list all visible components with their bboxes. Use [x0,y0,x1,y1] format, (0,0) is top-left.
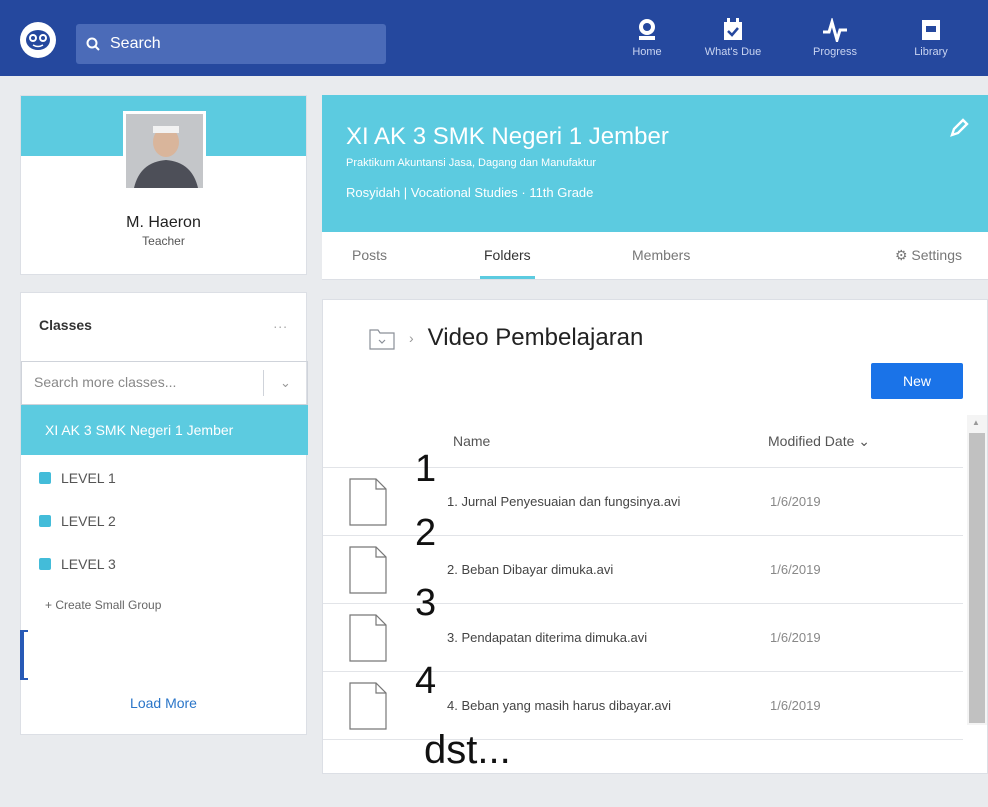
settings-button[interactable]: ⚙ Settings [895,247,962,264]
file-icon [349,614,387,662]
group-color-icon [39,472,51,484]
annotation-number-3: 3 [415,582,437,624]
class-meta: Rosyidah | Vocational Studies · 11th Gra… [346,185,594,200]
annotation-number-1: 1 [415,448,437,490]
search-classes-input[interactable]: Search more classes... ⌄ [21,361,308,405]
tab-folders-label: Folders [484,247,531,263]
text-cursor-marker [20,630,28,680]
home-icon [639,19,655,40]
search-classes-placeholder: Search more classes... [34,374,177,390]
file-name[interactable]: 2. Beban Dibayar dimuka.avi [447,562,613,577]
scrollbar-thumb[interactable] [969,433,985,723]
gear-icon: ⚙ [894,247,908,263]
progress-icon [823,18,847,42]
group-color-icon [39,515,51,527]
new-button[interactable]: New [871,363,963,399]
edit-pencil-icon[interactable] [948,117,970,139]
nav-progress-label: Progress [812,46,858,58]
breadcrumb-chevron-icon: › [409,330,414,346]
active-tab-indicator [480,276,535,279]
profile-role: Teacher [142,234,185,248]
classes-title: Classes [39,317,92,333]
group-label: LEVEL 2 [61,513,116,529]
folder-panel: › Video Pembelajaran New Name Modified D… [322,299,988,774]
file-icon [349,546,387,594]
global-search-input[interactable]: Search [76,24,386,64]
nav-whats-due[interactable]: What's Due [698,18,768,58]
group-label: LEVEL 3 [61,556,116,572]
annotation-number-4: 4 [415,660,437,702]
settings-label: Settings [911,247,962,263]
scrollbar[interactable]: ▲ [967,415,987,725]
group-item-level-1[interactable]: LEVEL 1 [39,470,116,486]
calendar-icon [724,18,742,40]
class-subtitle: Praktikum Akuntansi Jasa, Dagang dan Man… [346,157,597,169]
nav-home[interactable]: Home [612,18,682,58]
folder-icon[interactable] [369,326,395,350]
avatar[interactable] [123,111,206,191]
annotation-number-2: 2 [415,512,437,554]
annotation-etc: dst... [424,728,511,772]
class-header: XI AK 3 SMK Negeri 1 Jember Praktikum Ak… [322,95,988,232]
group-item-level-2[interactable]: LEVEL 2 [39,513,116,529]
column-header-modified-date[interactable]: Modified Date ⌄ [768,433,870,450]
load-more-link[interactable]: Load More [21,695,306,711]
search-placeholder: Search [110,35,161,52]
nav-progress[interactable]: Progress [800,18,870,58]
classes-more-icon[interactable]: ... [273,315,288,331]
tab-members[interactable]: Members [632,247,690,263]
file-name[interactable]: 3. Pendapatan diterima dimuka.avi [447,630,647,645]
scroll-up-icon[interactable]: ▲ [972,418,980,427]
file-name[interactable]: 4. Beban yang masih harus dibayar.avi [447,698,671,713]
file-date: 1/6/2019 [770,494,821,509]
group-item-level-3[interactable]: LEVEL 3 [39,556,116,572]
file-date: 1/6/2019 [770,562,821,577]
file-name[interactable]: 1. Jurnal Penyesuaian dan fungsinya.avi [447,494,680,509]
nav-home-label: Home [632,46,662,58]
classes-card: Classes ... Search more classes... ⌄ XI … [20,292,308,735]
file-icon [349,478,387,526]
file-date: 1/6/2019 [770,630,821,645]
search-icon [86,37,100,51]
class-title: XI AK 3 SMK Negeri 1 Jember [346,123,669,150]
group-label: LEVEL 1 [61,470,116,486]
profile-name[interactable]: M. Haeron [21,214,306,232]
tab-folders[interactable]: Folders [480,247,535,279]
profile-card: M. Haeron Teacher [20,95,307,275]
file-date: 1/6/2019 [770,698,821,713]
edmodo-logo-icon[interactable] [20,22,56,58]
file-row-divider [323,739,963,807]
top-navigation-bar: Search Home What's Due Progress Library [0,0,988,76]
breadcrumb: › Video Pembelajaran [369,324,643,352]
class-tabs: Posts Folders Members ⚙ Settings [322,232,988,280]
create-small-group-link[interactable]: + Create Small Group [45,598,161,612]
chevron-down-icon[interactable]: ⌄ [263,370,307,396]
nav-library[interactable]: Library [896,18,966,58]
file-icon [349,682,387,730]
library-icon [922,20,940,40]
tab-posts[interactable]: Posts [352,247,387,263]
class-item-active[interactable]: XI AK 3 SMK Negeri 1 Jember [21,405,308,455]
column-header-name[interactable]: Name [453,433,490,449]
group-color-icon [39,558,51,570]
nav-whats-due-label: What's Due [704,46,762,58]
nav-library-label: Library [914,46,948,58]
folder-title: Video Pembelajaran [427,324,644,351]
